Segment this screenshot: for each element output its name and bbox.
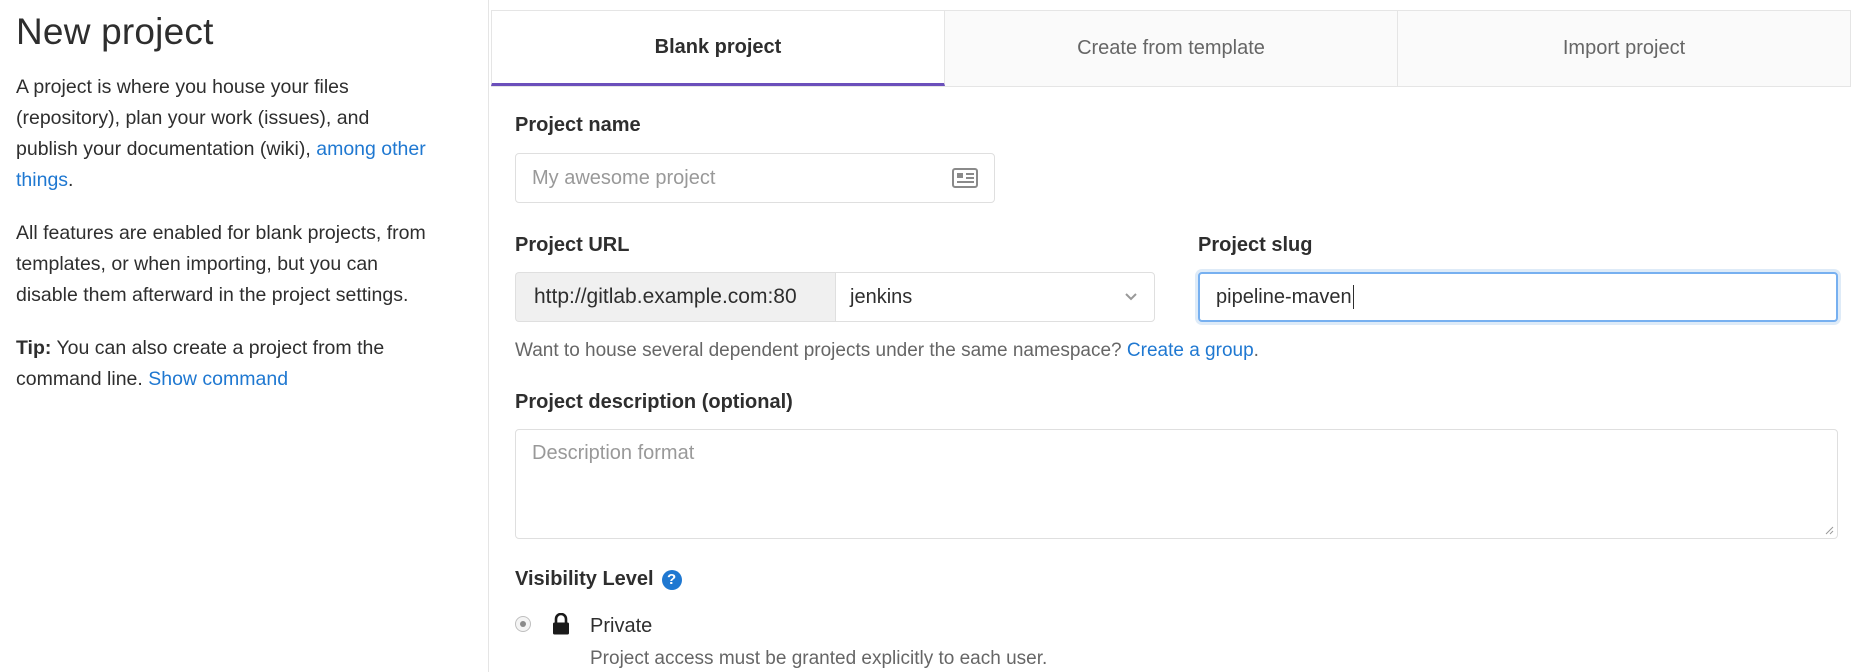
namespace-value: jenkins bbox=[850, 285, 913, 308]
tab-blank-project[interactable]: Blank project bbox=[491, 10, 945, 86]
namespace-help-text: Want to house several dependent projects… bbox=[515, 340, 1259, 362]
intro-suffix: . bbox=[68, 169, 74, 191]
sidebar: New project A project is where you house… bbox=[16, 0, 436, 395]
project-name-label: Project name bbox=[515, 114, 641, 136]
radio-selected-dot bbox=[520, 621, 526, 627]
contact-card-icon bbox=[952, 168, 978, 188]
project-url-prefix: http://gitlab.example.com:80 bbox=[515, 272, 835, 322]
project-slug-label: Project slug bbox=[1198, 234, 1313, 256]
namespace-help-message: Want to house several dependent projects… bbox=[515, 340, 1127, 361]
namespace-select[interactable]: jenkins bbox=[835, 272, 1155, 322]
question-circle-icon[interactable]: ? bbox=[661, 569, 682, 590]
visibility-private-label[interactable]: Private bbox=[590, 615, 652, 638]
visibility-private-radio[interactable] bbox=[515, 616, 531, 632]
intro-paragraph: A project is where you house your files … bbox=[16, 72, 436, 196]
show-command-link[interactable]: Show command bbox=[148, 368, 288, 390]
project-slug-value: pipeline-maven bbox=[1216, 285, 1352, 308]
project-description-label: Project description (optional) bbox=[515, 391, 793, 413]
chevron-down-icon bbox=[1125, 293, 1137, 301]
column-divider bbox=[488, 0, 489, 672]
visibility-level-heading: Visibility Level ? bbox=[515, 568, 682, 591]
tab-import-project[interactable]: Import project bbox=[1398, 10, 1851, 86]
project-url-group: http://gitlab.example.com:80 jenkins bbox=[515, 272, 1155, 322]
project-name-placeholder: My awesome project bbox=[532, 166, 716, 189]
visibility-private-description: Project access must be granted explicitl… bbox=[590, 648, 1048, 669]
new-project-page: New project A project is where you house… bbox=[0, 0, 1851, 672]
namespace-help-suffix: . bbox=[1253, 340, 1259, 361]
tip-label: Tip: bbox=[16, 337, 52, 359]
page-title: New project bbox=[16, 11, 214, 52]
project-description-textarea[interactable]: Description format bbox=[515, 429, 1838, 539]
lock-icon bbox=[553, 613, 569, 635]
features-paragraph: All features are enabled for blank proje… bbox=[16, 222, 426, 306]
main-panel: Blank project Create from template Impor… bbox=[491, 10, 1851, 669]
description-placeholder: Description format bbox=[532, 442, 695, 464]
project-slug-input[interactable]: pipeline-maven bbox=[1198, 272, 1838, 322]
project-name-input[interactable]: My awesome project bbox=[515, 153, 995, 203]
tip-paragraph: Tip: You can also create a project from … bbox=[16, 333, 436, 395]
resize-handle-icon[interactable] bbox=[1824, 525, 1834, 535]
project-url-label: Project URL bbox=[515, 234, 630, 256]
text-caret bbox=[1352, 285, 1354, 309]
project-tabs: Blank project Create from template Impor… bbox=[491, 10, 1851, 87]
create-group-link[interactable]: Create a group bbox=[1127, 340, 1254, 361]
visibility-level-label: Visibility Level bbox=[515, 568, 654, 590]
tab-create-from-template[interactable]: Create from template bbox=[945, 10, 1398, 86]
